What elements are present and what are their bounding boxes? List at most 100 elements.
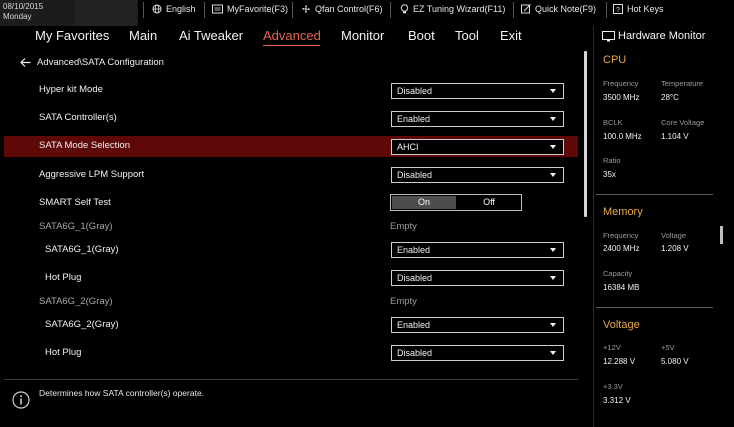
memory-section-title: Memory <box>603 206 643 218</box>
language-button[interactable]: English <box>152 4 196 14</box>
port2-dropdown[interactable]: Enabled <box>391 317 564 333</box>
memory-capacity-value: 16384 MB <box>603 283 640 292</box>
cpu-temperature-value: 28°C <box>661 93 679 102</box>
cpu-temperature-label: Temperature <box>661 79 704 88</box>
menu-tool[interactable]: Tool <box>455 28 479 43</box>
port1-dropdown[interactable]: Enabled <box>391 242 564 258</box>
smart-self-test-toggle[interactable]: On Off <box>390 194 522 211</box>
core-voltage-label: Core Voltage <box>661 118 705 127</box>
menu-my-favorites[interactable]: My Favorites <box>35 28 109 43</box>
section-divider <box>596 307 713 308</box>
port1-hot-plug-dropdown[interactable]: Disabled <box>391 270 564 286</box>
memory-frequency-label: Frequency <box>603 231 639 240</box>
back-arrow-icon[interactable] <box>20 58 31 67</box>
chevron-down-icon <box>550 117 556 121</box>
my-favorite-button[interactable]: MyFavorite(F3) <box>212 4 288 14</box>
v33-value: 3.312 V <box>603 396 631 405</box>
quick-note-label: Quick Note(F9) <box>535 4 597 14</box>
bclk-label: BCLK <box>603 118 623 127</box>
chevron-down-icon <box>550 173 556 177</box>
aggressive-lpm-label: Aggressive LPM Support <box>39 169 145 180</box>
chevron-down-icon <box>550 276 556 280</box>
chevron-down-icon <box>550 351 556 355</box>
separator <box>513 2 514 18</box>
breadcrumb-text: Advanced\SATA Configuration <box>37 57 164 68</box>
v12-label: +12V <box>603 343 621 352</box>
memory-voltage-label: Voltage <box>661 231 687 240</box>
port2-hot-plug-value: Disabled <box>397 348 433 358</box>
globe-icon <box>152 4 162 14</box>
cpu-frequency-value: 3500 MHz <box>603 93 640 102</box>
language-label: English <box>166 4 196 14</box>
separator <box>204 2 205 18</box>
active-tab-underline <box>263 45 320 46</box>
aggressive-lpm-dropdown[interactable]: Disabled <box>391 167 564 183</box>
monitor-icon <box>602 30 615 41</box>
hardware-monitor-title-text: Hardware Monitor <box>618 30 706 42</box>
hot-keys-button[interactable]: ? Hot Keys <box>613 4 664 14</box>
hot-keys-icon: ? <box>613 4 623 14</box>
port1-hot-plug-value: Disabled <box>397 273 433 283</box>
toggle-on-option[interactable]: On <box>392 196 456 209</box>
settings-scrollbar[interactable] <box>584 51 587 217</box>
menu-boot[interactable]: Boot <box>408 28 435 43</box>
cpu-frequency-label: Frequency <box>603 79 639 88</box>
port1-header-label: SATA6G_1(Gray) <box>39 221 113 232</box>
ratio-value: 35x <box>603 170 616 179</box>
port2-hot-plug-dropdown[interactable]: Disabled <box>391 345 564 361</box>
chevron-down-icon <box>550 248 556 252</box>
clock-display <box>75 0 137 26</box>
chevron-down-icon <box>550 323 556 327</box>
port1-status-value: Empty <box>390 221 417 232</box>
voltage-section-title: Voltage <box>603 319 640 331</box>
note-icon <box>521 4 531 14</box>
hot-keys-label: Hot Keys <box>627 4 664 14</box>
top-bar: 08/10/2015 Monday English MyFavorite(F3)… <box>0 0 734 26</box>
menu-ai-tweaker[interactable]: Ai Tweaker <box>179 28 243 43</box>
section-divider <box>596 194 713 195</box>
smart-self-test-label: SMART Self Test <box>39 197 111 208</box>
menu-main[interactable]: Main <box>129 28 157 43</box>
port2-status-value: Empty <box>390 296 417 307</box>
v5-label: +5V <box>661 343 675 352</box>
hardware-monitor-scrollbar[interactable] <box>720 226 723 244</box>
memory-capacity-label: Capacity <box>603 269 633 278</box>
sata-controller-value: Enabled <box>397 114 431 124</box>
sata-mode-selection-dropdown[interactable]: AHCI <box>391 139 564 155</box>
aggressive-lpm-value: Disabled <box>397 170 433 180</box>
menu-advanced[interactable]: Advanced <box>263 28 321 43</box>
qfan-control-label: Qfan Control(F6) <box>315 4 383 14</box>
hardware-monitor-title: Hardware Monitor <box>602 30 705 42</box>
help-divider <box>4 379 578 380</box>
sata-mode-selection-label: SATA Mode Selection <box>39 140 131 151</box>
toggle-off-option[interactable]: Off <box>457 196 521 209</box>
bclk-value: 100.0 MHz <box>603 132 642 141</box>
sata-controller-dropdown[interactable]: Enabled <box>391 111 564 127</box>
my-favorite-label: MyFavorite(F3) <box>227 4 289 14</box>
menu-monitor[interactable]: Monitor <box>341 28 384 43</box>
separator <box>390 2 391 18</box>
ez-tuning-wizard-button[interactable]: EZ Tuning Wizard(F11) <box>400 4 505 14</box>
svg-text:?: ? <box>616 7 620 14</box>
hyper-kit-mode-dropdown[interactable]: Disabled <box>391 83 564 99</box>
chevron-down-icon <box>550 89 556 93</box>
breadcrumb[interactable]: Advanced\SATA Configuration <box>20 57 164 68</box>
qfan-control-button[interactable]: Qfan Control(F6) <box>301 4 383 14</box>
port2-header-label: SATA6G_2(Gray) <box>39 296 113 307</box>
chevron-down-icon <box>550 145 556 149</box>
quick-note-button[interactable]: Quick Note(F9) <box>521 4 596 14</box>
date-display: 08/10/2015 Monday <box>3 2 43 22</box>
bulb-icon <box>400 4 409 14</box>
menu-exit[interactable]: Exit <box>500 28 522 43</box>
v33-label: +3.3V <box>603 382 623 391</box>
hyper-kit-mode-value: Disabled <box>397 86 433 96</box>
separator <box>143 2 144 18</box>
v5-value: 5.080 V <box>661 357 689 366</box>
port1-hot-plug-label: Hot Plug <box>45 272 82 283</box>
help-description: Determines how SATA controller(s) operat… <box>39 388 205 398</box>
hyper-kit-mode-label: Hyper kit Mode <box>39 84 103 95</box>
date-box: 08/10/2015 Monday <box>0 0 138 26</box>
sata-controller-label: SATA Controller(s) <box>39 112 117 123</box>
separator <box>606 2 607 18</box>
memory-frequency-value: 2400 MHz <box>603 244 640 253</box>
